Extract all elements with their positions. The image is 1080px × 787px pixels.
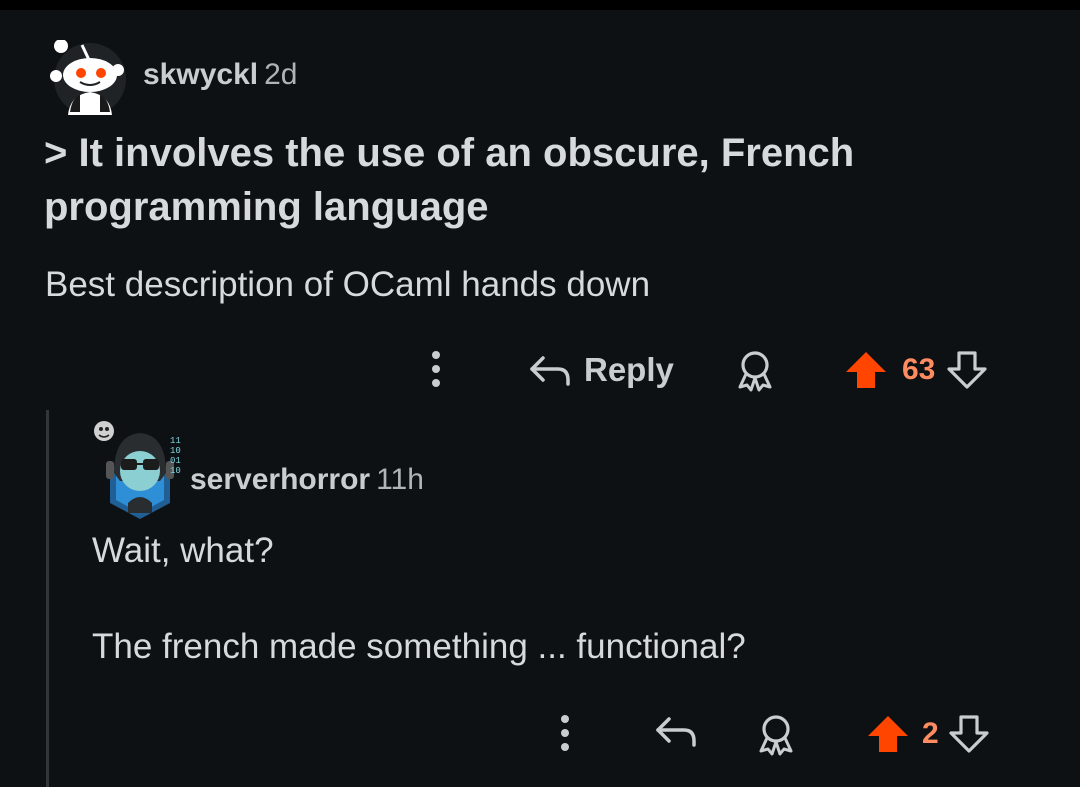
reply-header: serverhorror 11h <box>190 463 424 497</box>
downvote-icon[interactable] <box>945 349 989 391</box>
reply-button[interactable] <box>654 713 698 754</box>
more-options-button[interactable] <box>424 348 448 390</box>
reply-timestamp: 11h <box>376 463 424 496</box>
svg-text:11: 11 <box>170 436 181 446</box>
reply-arrow-icon <box>656 717 696 747</box>
upvote-icon[interactable] <box>866 713 910 755</box>
award-button[interactable] <box>755 714 797 761</box>
reply-username[interactable]: serverhorror <box>190 463 370 496</box>
award-button[interactable] <box>734 350 776 397</box>
reply-body-line: Wait, what? <box>92 531 274 570</box>
vertical-dots-icon <box>432 351 440 387</box>
quoted-text: > It involves the use of an obscure, Fre… <box>44 131 855 229</box>
comment-header: skwyckl 2d <box>143 58 297 92</box>
upvote-icon[interactable] <box>844 349 888 391</box>
user-avatar[interactable]: 11 10 01 10 <box>94 413 186 520</box>
svg-text:10: 10 <box>170 466 181 476</box>
vertical-dots-icon <box>561 715 569 751</box>
username[interactable]: skwyckl <box>143 58 258 91</box>
reply-label: Reply <box>584 351 674 388</box>
award-icon <box>759 715 793 756</box>
svg-text:01: 01 <box>170 456 181 466</box>
more-options-button[interactable] <box>553 712 577 754</box>
reply-body-line: The french made something ... functional… <box>92 627 746 666</box>
vote-controls: 2 <box>866 712 991 756</box>
reply-arrow-icon <box>530 356 570 386</box>
award-icon <box>738 351 772 392</box>
score: 63 <box>902 353 936 386</box>
timestamp: 2d <box>264 58 298 91</box>
score: 2 <box>922 717 939 750</box>
comment-body: Best description of OCaml hands down <box>45 265 651 304</box>
svg-text:10: 10 <box>170 446 181 456</box>
reply-button[interactable]: Reply <box>528 349 674 391</box>
vote-controls: 63 <box>844 348 989 392</box>
status-bar-edge <box>0 0 1080 10</box>
snoo-avatar[interactable] <box>50 40 128 115</box>
thread-line[interactable] <box>46 410 49 787</box>
downvote-icon[interactable] <box>947 713 991 755</box>
